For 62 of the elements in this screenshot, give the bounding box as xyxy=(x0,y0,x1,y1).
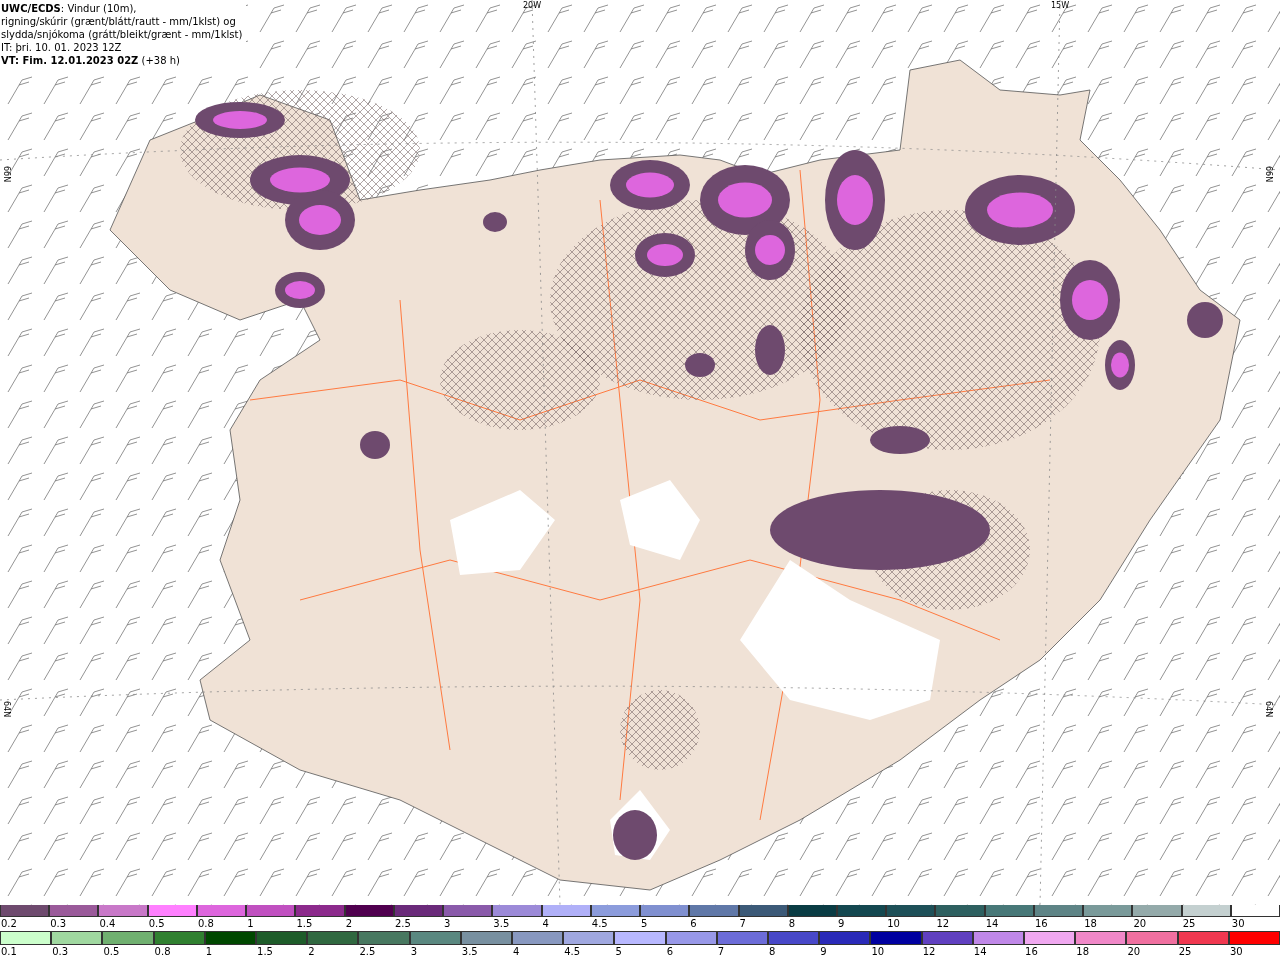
legend-label: 0.3 xyxy=(49,917,68,930)
legend-label: 14 xyxy=(984,917,1000,930)
legend-label: 20 xyxy=(1126,945,1142,958)
legend-label: 0.8 xyxy=(153,945,172,958)
legend-label: 10 xyxy=(886,917,901,930)
legend-label: 3 xyxy=(409,945,418,958)
map-info-line: VT: Fim. 12.01.2023 02Z (+38 h) xyxy=(1,54,181,67)
latitude-label: 64N xyxy=(2,701,11,718)
legend-label: 3 xyxy=(443,917,452,930)
legend-label: 8 xyxy=(768,945,777,958)
latitude-label: 66N xyxy=(2,166,11,183)
legend-label: 0.2 xyxy=(0,917,18,930)
legend-label: 5 xyxy=(614,945,623,958)
legend-label: 12 xyxy=(921,945,937,958)
legend-label: 4.5 xyxy=(590,917,609,930)
legend-label: 3.5 xyxy=(492,917,511,930)
legend-label: 20 xyxy=(1132,917,1148,930)
longitude-label: 15W xyxy=(1050,1,1070,10)
legend-label: 9 xyxy=(819,945,828,958)
legend-label: 6 xyxy=(689,917,698,930)
legend-label: 18 xyxy=(1075,945,1090,958)
map-info-line: rigning/skúrir (grænt/blátt/rautt - mm/1klst) og xyxy=(1,15,237,28)
legend-label: 30 xyxy=(1230,917,1246,930)
legend-label: 18 xyxy=(1083,917,1098,930)
legend-label: 0.8 xyxy=(196,917,215,930)
legend-label: 25 xyxy=(1181,917,1197,930)
map-info-line: slydda/snjókoma (grátt/bleikt/grænt - mm/1klst) xyxy=(1,28,243,41)
legend-label: 25 xyxy=(1177,945,1193,958)
legend-label: 10 xyxy=(870,945,886,958)
legend-label: 16 xyxy=(1024,945,1039,958)
legend-label: 2 xyxy=(307,945,316,958)
legend-label: 8 xyxy=(787,917,797,930)
legend-label: 4 xyxy=(541,917,550,930)
legend-label: 7 xyxy=(716,945,726,958)
latitude-label: 66N xyxy=(1264,166,1273,183)
legend-label: 1 xyxy=(204,945,214,958)
map-info-line: UWC/ECDS: Vindur (10m), xyxy=(1,2,138,15)
legend-label: 9 xyxy=(837,917,846,930)
legend-label: 3.5 xyxy=(460,945,479,958)
legend-label: 0.5 xyxy=(102,945,121,958)
legend-label: 2.5 xyxy=(358,945,377,958)
longitude-label: 20W xyxy=(522,1,542,10)
legend-label: 4.5 xyxy=(563,945,582,958)
legend-label: 1.5 xyxy=(256,945,274,958)
legend-label: 2 xyxy=(344,917,353,930)
legend-label: 4 xyxy=(512,945,521,958)
legend-label: 7 xyxy=(738,917,747,930)
legend-label: 0.1 xyxy=(0,945,18,958)
legend-label: 6 xyxy=(665,945,674,958)
legend-label: 30 xyxy=(1228,945,1244,958)
legend-label: 1.5 xyxy=(295,917,314,930)
legend-label: 2.5 xyxy=(393,917,412,930)
legend-label: 5 xyxy=(640,917,649,930)
legend-label: 0.3 xyxy=(51,945,70,958)
legend-label: 14 xyxy=(972,945,988,958)
latitude-label: 64N xyxy=(1264,701,1273,718)
legend-label: 0.4 xyxy=(98,917,117,930)
legend-label: 0.5 xyxy=(147,917,166,930)
map-info-line: IT: þri. 10. 01. 2023 12Z xyxy=(1,41,123,54)
legend-label: 16 xyxy=(1033,917,1049,930)
legend-label: 12 xyxy=(935,917,951,930)
legend-label: 1 xyxy=(246,917,255,930)
